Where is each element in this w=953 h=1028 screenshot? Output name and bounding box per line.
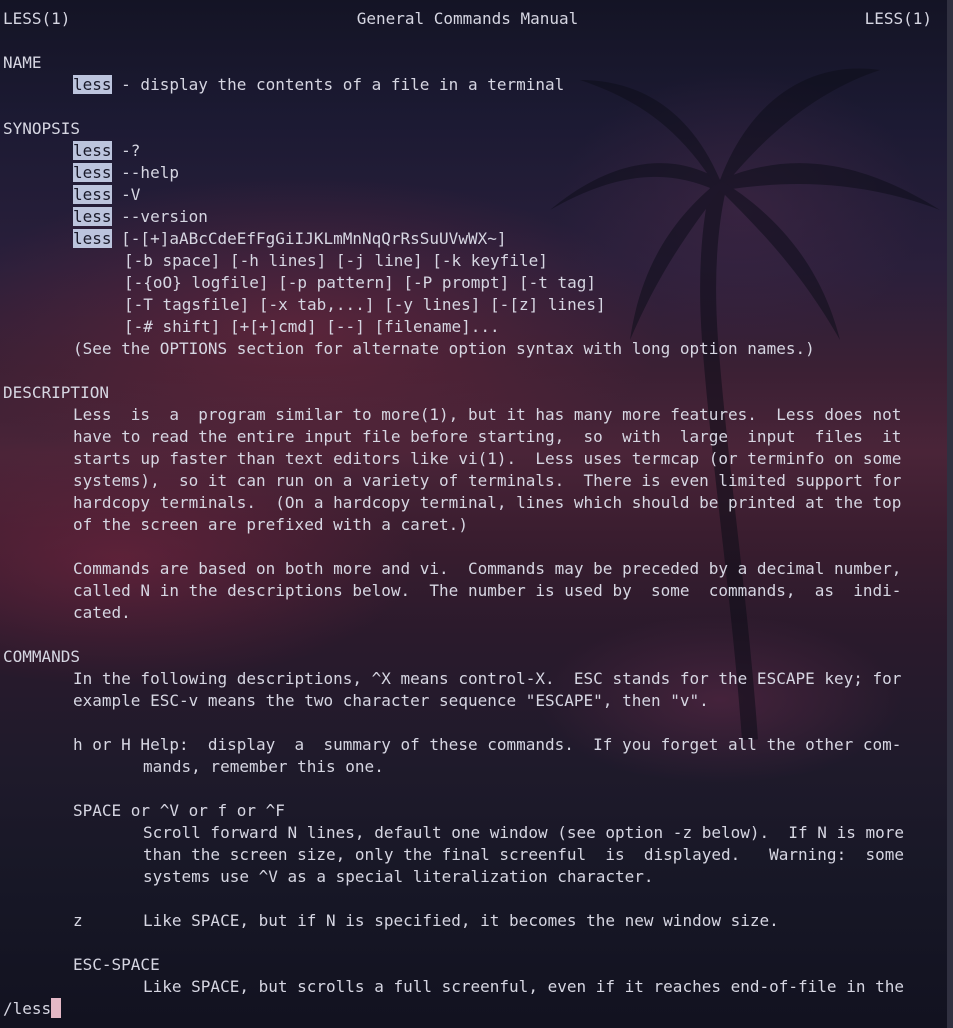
synopsis-line: less -? <box>73 141 141 160</box>
section-heading-description: DESCRIPTION <box>3 383 109 402</box>
synopsis-continuation: [-b space] [-h lines] [-j line] [-k keyf… <box>124 251 548 270</box>
description-line: hardcopy terminals. (On a hardcopy termi… <box>73 493 902 512</box>
man-page-content: LESS(1) General Commands Manual LESS(1) … <box>3 8 947 998</box>
description-line: cated. <box>73 603 131 622</box>
synopsis-note: (See the OPTIONS section for alternate o… <box>73 339 815 358</box>
command-desc-z: Like SPACE, but if N is specified, it be… <box>143 911 779 930</box>
command-help-line: h or H Help: display a summary of these … <box>73 735 902 754</box>
description-line: Commands are based on both more and vi. … <box>73 559 902 578</box>
synopsis-continuation: [-T tagsfile] [-x tab,...] [-y lines] [-… <box>124 295 606 314</box>
header-right: LESS(1) <box>864 9 932 28</box>
header-center: General Commands Manual <box>356 9 579 28</box>
synopsis-continuation: [-# shift] [+[+]cmd] [--] [filename]... <box>124 317 500 336</box>
command-term-z: z <box>73 911 83 930</box>
search-prompt[interactable]: /less <box>3 998 62 1020</box>
synopsis-continuation: [-{oO} logfile] [-p pattern] [-P prompt]… <box>124 273 597 292</box>
description-line: have to read the entire input file befor… <box>73 427 902 446</box>
section-heading-synopsis: SYNOPSIS <box>3 119 81 138</box>
command-desc-line: systems use ^V as a special literalizati… <box>143 867 654 886</box>
description-line: called N in the descriptions below. The … <box>73 581 902 600</box>
synopsis-line: less -V <box>73 185 141 204</box>
command-desc-line: than the screen size, only the final scr… <box>143 845 904 864</box>
synopsis-line: less --version <box>73 207 208 226</box>
header-left: LESS(1) <box>3 9 71 28</box>
command-desc-line: Like SPACE, but scrolls a full screenful… <box>143 977 904 996</box>
description-line: Less is a program similar to more(1), bu… <box>73 405 902 424</box>
command-term-esc-space: ESC-SPACE <box>73 955 160 974</box>
commands-intro-line: example ESC-v means the two character se… <box>73 691 709 710</box>
text-cursor <box>51 998 62 1018</box>
command-help-line: mands, remember this one. <box>143 757 384 776</box>
synopsis-line: less [-[+]aABcCdeEfFgGiIJKLmMnNqQrRsSuUV… <box>73 229 507 248</box>
section-heading-name: NAME <box>3 53 42 72</box>
search-match: less <box>73 185 112 204</box>
description-line: starts up faster than text editors like … <box>73 449 902 468</box>
description-line: of the screen are prefixed with a caret.… <box>73 515 468 534</box>
search-match: less <box>73 207 112 226</box>
search-match: less <box>73 75 112 94</box>
search-match: less <box>73 229 112 248</box>
command-term-space: SPACE or ^V or f or ^F <box>73 801 285 820</box>
search-match: less <box>73 163 112 182</box>
synopsis-line: less --help <box>73 163 179 182</box>
terminal-window[interactable]: LESS(1) General Commands Manual LESS(1) … <box>0 0 953 1028</box>
search-match: less <box>73 141 112 160</box>
search-prompt-text[interactable]: /less <box>3 999 51 1018</box>
description-line: systems), so it can run on a variety of … <box>73 471 902 490</box>
man-header: LESS(1) General Commands Manual LESS(1) <box>3 8 932 30</box>
commands-intro-line: In the following descriptions, ^X means … <box>73 669 902 688</box>
name-line: less - display the contents of a file in… <box>3 74 947 96</box>
command-desc-line: Scroll forward N lines, default one wind… <box>143 823 904 842</box>
section-heading-commands: COMMANDS <box>3 647 81 666</box>
command-z-line: z Like SPACE, but if N is specified, it b… <box>3 910 947 932</box>
name-desc: - display the contents of a file in a te… <box>111 75 565 94</box>
